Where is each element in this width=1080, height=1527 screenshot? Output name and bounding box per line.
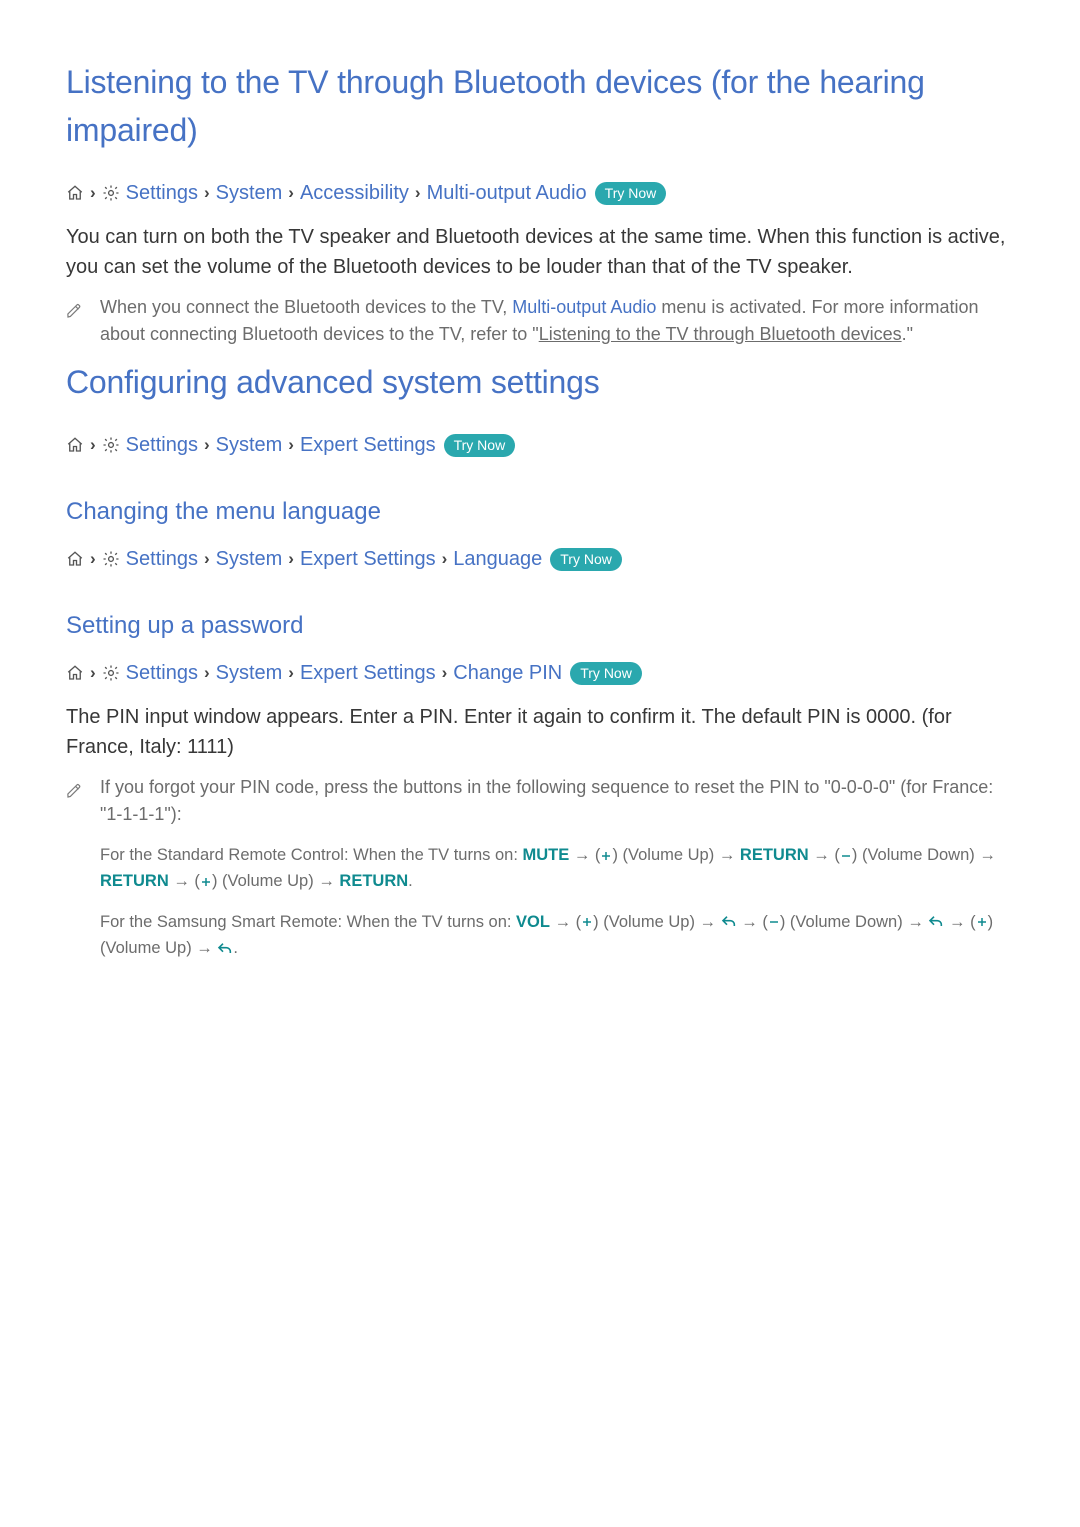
chevron-icon: › [204,180,210,206]
breadcrumb-language: › Settings › System › Expert Settings › … [66,544,1014,574]
gear-icon [102,184,120,202]
note-text: If you forgot your PIN code, press the b… [100,774,1014,968]
pencil-note: When you connect the Bluetooth devices t… [66,294,1014,348]
breadcrumb-expert: › Settings › System › Expert Settings Tr… [66,430,1014,460]
try-now-badge[interactable]: Try Now [570,662,642,685]
reference-link[interactable]: Listening to the TV through Bluetooth de… [539,324,902,344]
breadcrumb-item[interactable]: Settings [126,658,198,688]
breadcrumb-item[interactable]: Settings [126,544,198,574]
plus-icon [600,850,612,862]
chevron-icon: › [90,660,96,686]
plus-icon [581,916,593,928]
chevron-icon: › [90,432,96,458]
breadcrumb-item[interactable]: System [216,544,283,574]
note-text: When you connect the Bluetooth devices t… [100,294,1014,348]
remote-sequence-standard: For the Standard Remote Control: When th… [100,842,1014,895]
try-now-badge[interactable]: Try Now [595,182,667,205]
chevron-icon: › [90,546,96,572]
breadcrumb-item[interactable]: Change PIN [453,658,562,688]
subsection-heading-password: Setting up a password [66,608,1014,644]
chevron-icon: › [204,432,210,458]
gear-icon [102,436,120,454]
chevron-icon: › [204,546,210,572]
breadcrumb-item[interactable]: Settings [126,178,198,208]
breadcrumb-item[interactable]: Expert Settings [300,430,436,460]
back-icon [721,914,737,930]
breadcrumb-item[interactable]: Expert Settings [300,658,436,688]
chevron-icon: › [204,660,210,686]
breadcrumb-changepin: › Settings › System › Expert Settings › … [66,658,1014,688]
minus-icon [768,916,780,928]
section-heading-advanced: Configuring advanced system settings [66,358,1014,406]
breadcrumb-item[interactable]: Settings [126,430,198,460]
home-icon [66,184,84,202]
gear-icon [102,550,120,568]
breadcrumb-item[interactable]: System [216,178,283,208]
breadcrumb-item[interactable]: Language [453,544,542,574]
back-icon [217,941,233,957]
gear-icon [102,664,120,682]
breadcrumb-item[interactable]: System [216,658,283,688]
section-heading-bluetooth: Listening to the TV through Bluetooth de… [66,58,1014,154]
remote-sequence-smart: For the Samsung Smart Remote: When the T… [100,909,1014,962]
subsection-heading-language: Changing the menu language [66,494,1014,530]
chevron-icon: › [442,660,448,686]
pencil-note: If you forgot your PIN code, press the b… [66,774,1014,968]
back-icon [928,914,944,930]
chevron-icon: › [415,180,421,206]
body-text: You can turn on both the TV speaker and … [66,222,1014,282]
home-icon [66,550,84,568]
try-now-badge[interactable]: Try Now [550,548,622,571]
emphasis-multi-output: Multi-output Audio [512,297,656,317]
breadcrumb-item[interactable]: Multi-output Audio [427,178,587,208]
pencil-icon [66,297,82,348]
breadcrumb-item[interactable]: System [216,430,283,460]
chevron-icon: › [288,660,294,686]
breadcrumb-item[interactable]: Expert Settings [300,544,436,574]
chevron-icon: › [288,180,294,206]
pencil-icon [66,777,82,968]
home-icon [66,436,84,454]
chevron-icon: › [90,180,96,206]
minus-icon [840,850,852,862]
breadcrumb-item[interactable]: Accessibility [300,178,409,208]
body-text: The PIN input window appears. Enter a PI… [66,702,1014,762]
try-now-badge[interactable]: Try Now [444,434,516,457]
chevron-icon: › [288,546,294,572]
plus-icon [200,876,212,888]
chevron-icon: › [442,546,448,572]
home-icon [66,664,84,682]
chevron-icon: › [288,432,294,458]
plus-icon [976,916,988,928]
breadcrumb-bluetooth: › Settings › System › Accessibility › Mu… [66,178,1014,208]
